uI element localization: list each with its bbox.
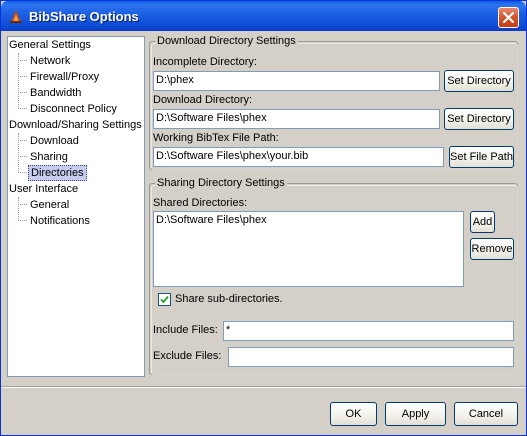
checkmark-icon — [160, 295, 169, 304]
incomplete-directory-label: Incomplete Directory: — [153, 56, 257, 68]
download-directory-field[interactable]: D:\Software Files\phex — [153, 109, 440, 129]
tree-item-bandwidth[interactable]: Bandwidth — [28, 85, 83, 101]
tree-item-download-sharing-settings[interactable]: Download/Sharing Settings — [9, 117, 142, 133]
close-icon — [503, 12, 514, 23]
tree-item-user-interface[interactable]: User Interface — [9, 181, 78, 197]
share-subdirectories-checkbox[interactable] — [158, 293, 171, 306]
set-download-directory-button[interactable]: Set Directory — [444, 108, 514, 130]
download-group-legend: Download Directory Settings — [155, 35, 298, 47]
bibtex-file-path-field[interactable]: D:\Software Files\phex\your.bib — [153, 147, 444, 167]
tree-item-sharing[interactable]: Sharing — [28, 149, 70, 165]
tree-guide-line — [18, 76, 27, 77]
bibtex-file-path-label: Working BibTex File Path: — [153, 132, 279, 144]
download-directory-label: Download Directory: — [153, 94, 253, 106]
bibshare-app-icon — [8, 8, 24, 24]
tree-guide-line — [18, 197, 19, 221]
shared-directories-list[interactable]: D:\Software Files\phex — [153, 211, 464, 287]
tree-guide-line — [18, 220, 27, 221]
title-bar[interactable]: BibShare Options — [1, 1, 526, 31]
exclude-files-field[interactable] — [228, 347, 514, 367]
cancel-button[interactable]: Cancel — [454, 402, 518, 426]
set-file-path-button[interactable]: Set File Path — [449, 146, 514, 168]
remove-directory-button[interactable]: Remove — [470, 238, 514, 260]
tree-item-download[interactable]: Download — [28, 133, 81, 149]
ok-button[interactable]: OK — [330, 402, 377, 426]
tree-guide-line — [18, 92, 27, 93]
include-files-field[interactable]: * — [223, 321, 514, 341]
share-subdirectories-label[interactable]: Share sub-directories. — [175, 293, 283, 305]
tree-item-notifications[interactable]: Notifications — [28, 213, 92, 229]
tree-item-network[interactable]: Network — [28, 53, 72, 69]
tree-item-general-settings[interactable]: General Settings — [9, 37, 91, 53]
tree-item-disconnect-policy[interactable]: Disconnect Policy — [28, 101, 119, 117]
list-item[interactable]: D:\Software Files\phex — [156, 214, 461, 226]
close-button[interactable] — [498, 7, 519, 28]
tree-guide-line — [18, 133, 19, 173]
apply-button[interactable]: Apply — [385, 402, 446, 426]
tree-guide-line — [18, 156, 27, 157]
tree-guide-line — [18, 140, 27, 141]
set-incomplete-directory-button[interactable]: Set Directory — [444, 70, 514, 92]
add-directory-button[interactable]: Add — [470, 211, 495, 233]
include-files-label: Include Files: — [153, 324, 218, 336]
tree-guide-line — [18, 108, 27, 109]
settings-tree[interactable]: General Settings Network Firewall/Proxy … — [7, 36, 145, 377]
sharing-group-legend: Sharing Directory Settings — [155, 177, 287, 189]
tree-guide-line — [18, 60, 27, 61]
options-dialog: BibShare Options General Settings Networ… — [0, 0, 527, 436]
incomplete-directory-field[interactable]: D:\phex — [153, 71, 440, 91]
window-title: BibShare Options — [29, 9, 139, 24]
shared-directories-label: Shared Directories: — [153, 197, 248, 209]
tree-guide-line — [18, 204, 27, 205]
tree-item-firewall-proxy[interactable]: Firewall/Proxy — [28, 69, 101, 85]
tree-item-general[interactable]: General — [28, 197, 71, 213]
tree-guide-line — [18, 172, 27, 173]
tree-item-directories[interactable]: Directories — [28, 165, 87, 181]
tree-guide-line — [18, 53, 19, 109]
footer-separator — [1, 386, 526, 388]
exclude-files-label: Exclude Files: — [153, 350, 222, 362]
